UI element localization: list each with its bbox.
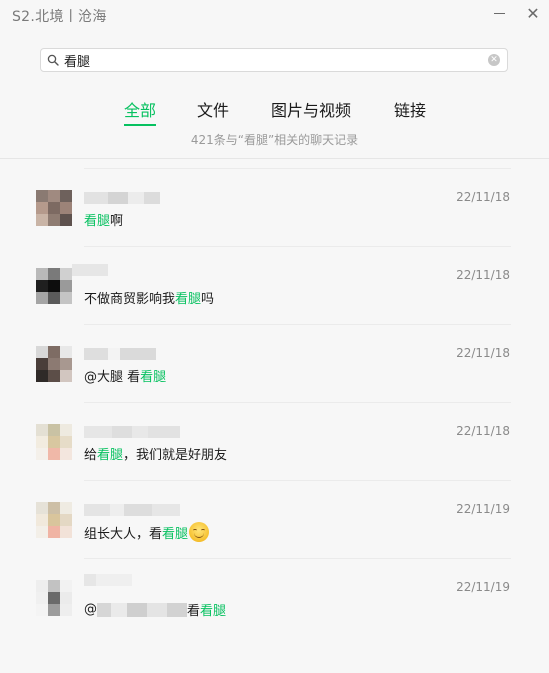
result-item[interactable]: 22/11/19 组长大人，看 看腿 xyxy=(0,480,549,558)
minimize-button[interactable] xyxy=(488,2,510,24)
avatar xyxy=(36,424,72,460)
snippet-text: 吗 xyxy=(201,292,215,307)
message-date: 22/11/19 xyxy=(456,502,510,516)
avatar xyxy=(36,502,72,538)
window-title: S2.北境丨沧海 xyxy=(12,9,107,25)
sender-name-redacted xyxy=(72,264,108,276)
message-snippet: 看腿啊 xyxy=(84,210,123,229)
avatar xyxy=(36,580,72,616)
row-divider xyxy=(84,402,511,403)
message-date: 22/11/18 xyxy=(456,424,510,438)
row-divider xyxy=(84,168,511,169)
tab-links[interactable]: 链接 xyxy=(394,97,426,121)
snippet-text: @大腿 看 xyxy=(84,370,141,385)
message-date: 22/11/19 xyxy=(456,580,510,594)
sender-name-redacted xyxy=(84,192,160,204)
snippet-text: 啊 xyxy=(110,214,124,229)
keyword-highlight: 看腿 xyxy=(97,448,124,463)
message-snippet: 组长大人，看 看腿 xyxy=(84,522,210,542)
search-box[interactable]: ✕ xyxy=(40,48,508,72)
search-icon xyxy=(46,53,60,67)
tab-images-videos[interactable]: 图片与视频 xyxy=(271,97,351,121)
result-item[interactable]: 22/11/18 @大腿 看看腿 xyxy=(0,324,549,402)
title-bar: S2.北境丨沧海 ✕ xyxy=(0,0,549,30)
row-divider xyxy=(84,246,511,247)
message-snippet: 给看腿 ，我们就是好朋友 xyxy=(84,444,227,463)
row-divider xyxy=(84,324,511,325)
sender-name-redacted xyxy=(84,426,180,438)
snippet-text: 给 xyxy=(84,448,98,463)
message-snippet: 不做商贸影响我 看腿吗 xyxy=(84,288,214,307)
close-icon: ✕ xyxy=(526,3,540,23)
result-count-summary: 421条与“看腿”相关的聊天记录 xyxy=(190,133,359,147)
message-date: 22/11/18 xyxy=(456,268,510,282)
keyword-highlight: 看腿 xyxy=(162,526,189,542)
message-date: 22/11/18 xyxy=(456,346,510,360)
result-item[interactable]: 22/11/19 @ 看看腿 xyxy=(0,558,549,636)
result-item[interactable]: 22/11/18 不做商贸影响我 看腿吗 xyxy=(0,246,549,324)
smiling-face-emoji xyxy=(189,522,210,542)
sender-name-redacted xyxy=(84,574,132,586)
result-item[interactable]: 22/11/18 给看腿 ，我们就是好朋友 xyxy=(0,402,549,480)
keyword-highlight: 看腿 xyxy=(200,604,227,619)
header-divider xyxy=(0,158,549,159)
snippet-text: 看 xyxy=(187,604,201,619)
close-button[interactable]: ✕ xyxy=(522,2,544,24)
result-item[interactable]: 22/11/18 看腿啊 xyxy=(0,168,549,246)
avatar xyxy=(36,190,72,226)
clear-icon[interactable]: ✕ xyxy=(488,54,500,66)
tab-all[interactable]: 全部 xyxy=(124,97,156,121)
active-tab-indicator xyxy=(124,124,156,126)
row-divider xyxy=(84,558,511,559)
tab-files[interactable]: 文件 xyxy=(197,97,229,121)
avatar xyxy=(36,346,72,382)
search-results-list: 22/11/18 看腿啊 22/11/18 不做商贸影响我 看腿吗 22/11/… xyxy=(0,168,549,636)
sender-name-redacted xyxy=(84,348,156,360)
snippet-text: ，我们就是好朋友 xyxy=(123,448,228,463)
minimize-icon xyxy=(493,12,505,14)
category-tabs: 全部 文件 图片与视频 链接 xyxy=(0,97,549,126)
mentioned-name-redacted xyxy=(97,602,187,617)
keyword-highlight: 看腿 xyxy=(84,214,111,229)
snippet-text: 不做商贸影响我 xyxy=(84,292,176,307)
snippet-text: 组长大人，看 xyxy=(84,526,163,542)
sender-name-redacted xyxy=(84,504,180,516)
message-snippet: @大腿 看看腿 xyxy=(84,366,166,385)
search-input[interactable] xyxy=(60,50,488,70)
keyword-highlight: 看腿 xyxy=(175,292,202,307)
message-date: 22/11/18 xyxy=(456,190,510,204)
message-snippet: @ 看看腿 xyxy=(84,600,226,619)
row-divider xyxy=(84,480,511,481)
keyword-highlight: 看腿 xyxy=(140,370,167,385)
avatar xyxy=(36,268,72,304)
snippet-text: @ xyxy=(84,602,97,617)
